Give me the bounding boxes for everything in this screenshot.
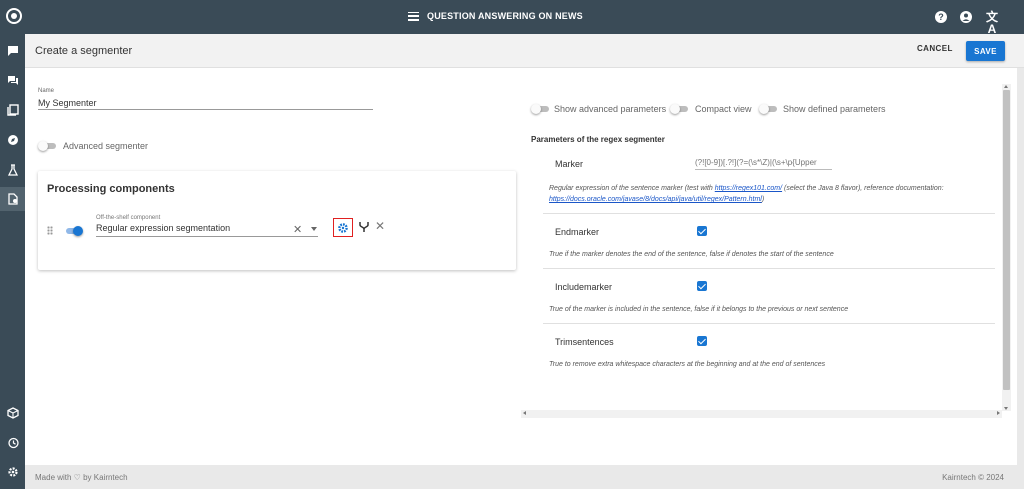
page-title: Create a segmenter: [35, 45, 133, 57]
marker-param-name: Marker: [555, 159, 584, 169]
chevron-down-icon[interactable]: [311, 227, 317, 231]
advanced-segmenter-label: Advanced segmenter: [63, 141, 149, 151]
show-advanced-parameters-toggle[interactable]: [531, 104, 549, 114]
hamburger-menu-icon[interactable]: [408, 11, 419, 21]
processing-components-title: Processing components: [47, 183, 175, 195]
vertical-scrollbar[interactable]: [1002, 84, 1011, 411]
includemarker-checkbox[interactable]: [697, 281, 707, 291]
cube-icon[interactable]: [0, 401, 25, 425]
marker-desc-suffix: ): [761, 196, 765, 203]
endmarker-param-name: Endmarker: [555, 227, 600, 237]
compact-view-label: Compact view: [695, 104, 752, 114]
conversations-glyph: [7, 76, 18, 85]
account-icon[interactable]: [960, 11, 972, 23]
trimsentences-checkbox[interactable]: [697, 336, 707, 346]
name-field-label: Name: [38, 88, 55, 94]
save-button[interactable]: SAVE: [966, 41, 1005, 61]
marker-desc-prefix: Regular expression of the sentence marke…: [549, 185, 715, 192]
footer: Made with ♡ by Kairntech Kairntech © 202…: [25, 465, 1024, 489]
divider: [543, 323, 995, 324]
regex101-link[interactable]: https://regex101.com/: [715, 185, 782, 192]
footer-copyright: Kairntech © 2024: [942, 473, 1004, 482]
top-bar: QUESTION ANSWERING ON NEWS ? 文A: [0, 0, 1024, 35]
component-select[interactable]: Regular expression segmentation: [96, 223, 318, 237]
show-defined-parameters-toggle[interactable]: [759, 104, 777, 114]
trimsentences-description: True to remove extra whitespace characte…: [549, 361, 826, 368]
includemarker-description: True of the marker is included in the se…: [549, 306, 849, 313]
main-content: Name Advanced segmenter Processing compo…: [25, 68, 1017, 465]
divider: [543, 213, 995, 214]
settings-glyph: [7, 467, 18, 477]
includemarker-param-name: Includemarker: [555, 282, 613, 292]
settings-icon[interactable]: [0, 460, 25, 484]
cube-glyph: [6, 407, 19, 419]
compass-glyph: [7, 135, 18, 145]
segmenter-icon[interactable]: [0, 187, 25, 211]
endmarker-checkbox[interactable]: [697, 226, 707, 236]
endmarker-description: True if the marker denotes the end of th…: [549, 251, 834, 258]
flask-icon[interactable]: [0, 158, 25, 182]
documents-icon[interactable]: [0, 98, 25, 122]
app-title: QUESTION ANSWERING ON NEWS: [427, 11, 583, 21]
help-icon[interactable]: ?: [935, 11, 947, 23]
component-settings-button[interactable]: [333, 218, 353, 237]
component-enabled-toggle[interactable]: [64, 226, 83, 236]
processing-components-card: Processing components Off-the-shelf comp…: [38, 171, 516, 270]
sidebar: [0, 34, 25, 489]
chat-help-icon[interactable]: [0, 39, 25, 63]
gear-icon: [338, 222, 348, 233]
compact-view-toggle[interactable]: [670, 104, 688, 114]
history-icon[interactable]: [0, 431, 25, 455]
java-pattern-docs-link[interactable]: https://docs.oracle.com/javase/8/docs/ap…: [549, 196, 762, 203]
conversations-icon[interactable]: [0, 69, 25, 93]
drag-handle-icon[interactable]: [47, 226, 53, 235]
account-glyph: [962, 13, 970, 21]
marker-input[interactable]: [695, 156, 832, 170]
fork-icon[interactable]: [358, 221, 370, 233]
marker-desc-middle: (select the Java 8 flavor), reference do…: [782, 185, 944, 192]
horizontal-scrollbar[interactable]: [521, 410, 1002, 418]
trimsentences-param-name: Trimsentences: [555, 337, 614, 347]
parameters-title: Parameters of the regex segmenter: [531, 135, 665, 144]
divider: [543, 268, 995, 269]
remove-component-icon[interactable]: ✕: [375, 219, 385, 233]
cancel-button[interactable]: CANCEL: [917, 44, 953, 53]
footer-credit: Made with ♡ by Kairntech: [35, 473, 128, 482]
page-header: Create a segmenter CANCEL SAVE: [25, 34, 1024, 68]
show-advanced-parameters-label: Show advanced parameters: [554, 104, 667, 114]
component-field-label: Off-the-shelf component: [96, 215, 161, 221]
app-logo-icon[interactable]: [6, 8, 22, 24]
app-title-group: QUESTION ANSWERING ON NEWS: [408, 11, 583, 21]
history-glyph: [7, 437, 19, 449]
chat-help-glyph: [7, 46, 18, 56]
advanced-segmenter-toggle[interactable]: [38, 141, 56, 151]
compass-icon[interactable]: [0, 128, 25, 152]
clear-selection-icon[interactable]: ✕: [293, 223, 302, 236]
documents-glyph: [6, 104, 19, 116]
show-defined-parameters-label: Show defined parameters: [783, 104, 886, 114]
translate-icon[interactable]: 文A: [985, 11, 999, 35]
segmenter-glyph: [7, 193, 18, 205]
flask-glyph: [7, 164, 18, 176]
name-field[interactable]: [38, 96, 373, 110]
marker-description: Regular expression of the sentence marke…: [549, 183, 989, 205]
